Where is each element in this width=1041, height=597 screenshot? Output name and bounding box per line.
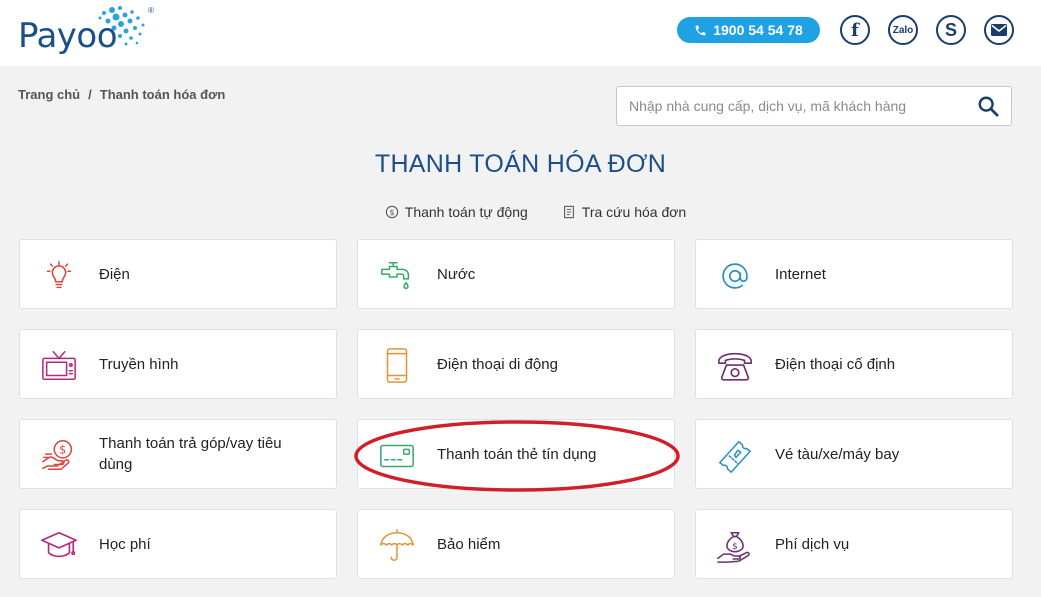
service-label: Phí dịch vụ (775, 535, 850, 553)
service-label: Internet (775, 265, 826, 283)
breadcrumb: Trang chủ / Thanh toán hóa đơn (18, 87, 225, 102)
envelope-icon (991, 24, 1007, 36)
lookup-bill-link[interactable]: Tra cứu hóa đơn (562, 204, 686, 220)
skype-button[interactable]: S (936, 15, 966, 45)
lightbulb-icon (46, 260, 72, 289)
service-card-internet[interactable]: Internet (695, 239, 1013, 309)
tv-icon (42, 350, 76, 381)
lookup-bill-label: Tra cứu hóa đơn (581, 204, 687, 220)
service-card-mobile[interactable]: Điện thoại di động (357, 329, 675, 399)
service-label: Thanh toán trả góp/vay tiêu dùng (99, 435, 282, 473)
zalo-button[interactable]: Zalo (888, 15, 918, 45)
facebook-button[interactable]: f (840, 15, 870, 45)
service-label: Điện (99, 265, 130, 283)
service-card-service-fee[interactable]: $ Phí dịch vụ (695, 509, 1013, 579)
credit-card-icon (380, 444, 414, 468)
mobile-phone-icon (386, 348, 408, 383)
phone-icon (695, 25, 706, 35)
search-input[interactable] (617, 87, 967, 125)
service-card-landline[interactable]: Điện thoại cố định (695, 329, 1013, 399)
service-card-electricity[interactable]: Điện (19, 239, 337, 309)
service-card-installment-loan[interactable]: $ Thanh toán trả góp/vay tiêu dùng (19, 419, 337, 489)
svg-text:$: $ (59, 443, 66, 457)
service-card-ticket[interactable]: Vé tàu/xe/máy bay (695, 419, 1013, 489)
service-label: Nước (437, 265, 476, 283)
payoo-logo[interactable]: Payoo ® (18, 4, 154, 60)
service-label: Điện thoại di động (437, 355, 558, 373)
service-card-credit-card[interactable]: Thanh toán thẻ tín dụng (357, 419, 675, 489)
facebook-icon: f (851, 19, 859, 41)
hotline-number: 1900 54 54 78 (713, 22, 803, 38)
search-box (616, 86, 1012, 126)
svg-text:$: $ (732, 542, 738, 552)
auto-pay-label: Thanh toán tự động (404, 204, 528, 220)
service-card-insurance[interactable]: Bảo hiểm (357, 509, 675, 579)
zalo-icon: Zalo (892, 24, 914, 36)
service-label: Vé tàu/xe/máy bay (775, 445, 900, 463)
service-label: Học phí (99, 535, 151, 553)
ticket-icon (719, 440, 751, 473)
water-tap-icon (381, 261, 410, 290)
dollar-circle-icon: $ (385, 205, 398, 219)
hotline-button[interactable]: 1900 54 54 78 (677, 17, 820, 43)
skype-icon: S (944, 19, 957, 40)
landline-phone-icon (718, 352, 752, 381)
graduation-cap-icon (41, 531, 77, 558)
page-title: THANH TOÁN HÓA ĐƠN (374, 150, 667, 178)
umbrella-icon (380, 529, 414, 561)
service-card-tv[interactable]: Truyền hình (19, 329, 337, 399)
breadcrumb-current: Thanh toán hóa đơn (99, 87, 226, 102)
service-card-tuition[interactable]: Học phí (19, 509, 337, 579)
sub-links: $ Thanh toán tự động Tra cứu hóa đơn (0, 204, 1041, 220)
service-label: Truyền hình (99, 355, 179, 373)
service-card-water[interactable]: Nước (357, 239, 675, 309)
breadcrumb-separator: / (88, 87, 92, 102)
money-bag-hand-icon: $ (717, 531, 750, 563)
site-header: Payoo ® 1900 54 54 78 f Zalo S (0, 0, 1041, 66)
email-button[interactable] (984, 15, 1014, 45)
svg-text:$: $ (389, 208, 394, 217)
logo-dots-icon (98, 6, 145, 46)
service-label: Điện thoại cố định (775, 355, 896, 373)
service-label: Bảo hiểm (437, 535, 501, 553)
search-icon[interactable] (977, 95, 999, 117)
auto-pay-link[interactable]: $ Thanh toán tự động (385, 204, 528, 220)
receipt-icon (563, 205, 574, 219)
breadcrumb-home-link[interactable]: Trang chủ (18, 87, 80, 102)
service-label: Thanh toán thẻ tín dụng (437, 445, 597, 463)
loan-coin-hand-icon: $ (42, 440, 73, 471)
at-sign-icon (722, 263, 748, 289)
